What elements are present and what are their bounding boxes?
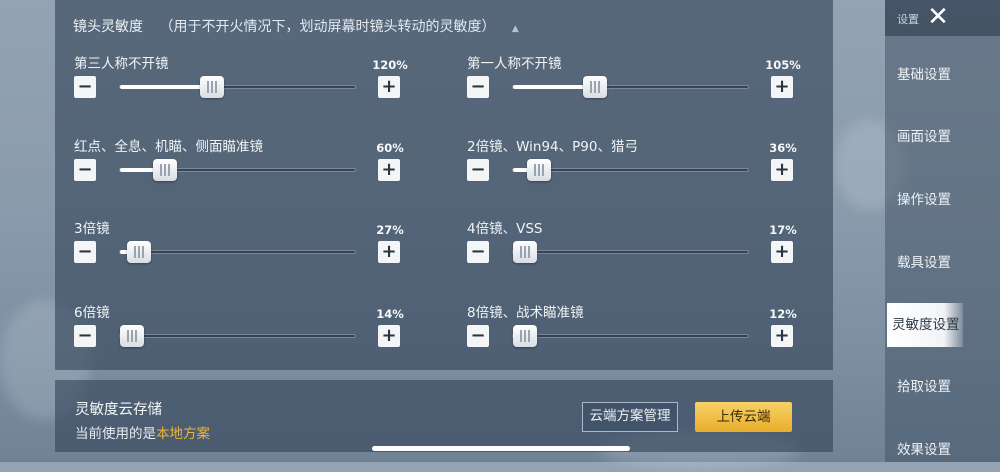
home-indicator[interactable] [372, 446, 630, 451]
current-scheme-text: 当前使用的是本地方案 [75, 422, 210, 442]
cloud-scheme-manage-button[interactable]: 云端方案管理 [582, 402, 678, 432]
slider-2x-scope: 2倍镜、Win94、P90、猎弓 − 36% + [467, 135, 807, 205]
slider-track[interactable] [119, 76, 356, 98]
section-title: 镜头灵敏度 [73, 19, 143, 35]
slider-track[interactable] [119, 325, 356, 347]
current-scheme-prefix: 当前使用的是 [75, 426, 156, 442]
sidebar-item-controls[interactable]: 操作设置 [885, 178, 1000, 222]
increase-button[interactable]: + [771, 159, 793, 181]
cloud-save-title: 灵敏度云存储 [75, 402, 162, 418]
sidebar-item-sensitivity[interactable]: 灵敏度设置 [887, 303, 963, 347]
slider-label: 8倍镜、战术瞄准镜 [467, 305, 584, 321]
increase-button[interactable]: + [771, 76, 793, 98]
decrease-button[interactable]: − [467, 159, 489, 181]
sidebar-header: 设置 ✕ [885, 0, 1000, 36]
slider-thumb[interactable] [200, 76, 224, 98]
sidebar-item-effects[interactable]: 效果设置 [885, 428, 1000, 472]
increase-button[interactable]: + [378, 159, 400, 181]
sidebar-item-pickup[interactable]: 拾取设置 [885, 365, 1000, 409]
decrease-button[interactable]: − [74, 76, 96, 98]
slider-label: 6倍镜 [74, 305, 110, 321]
slider-track[interactable] [512, 159, 749, 181]
decrease-button[interactable]: − [467, 325, 489, 347]
slider-label: 4倍镜、VSS [467, 221, 543, 237]
slider-thumb[interactable] [127, 241, 151, 263]
increase-button[interactable]: + [771, 325, 793, 347]
decrease-button[interactable]: − [74, 325, 96, 347]
current-scheme-name: 本地方案 [156, 426, 210, 442]
slider-first-person-no-scope: 第一人称不开镜 − 105% + [467, 52, 807, 122]
slider-track[interactable] [119, 159, 356, 181]
slider-value: 27% [376, 223, 404, 237]
slider-6x-scope: 6倍镜 − 14% + [74, 301, 414, 371]
decrease-button[interactable]: − [74, 159, 96, 181]
increase-button[interactable]: + [378, 325, 400, 347]
collapse-caret-icon[interactable]: ▲ [512, 24, 519, 34]
slider-thumb[interactable] [120, 325, 144, 347]
sidebar-title: 设置 [897, 13, 919, 26]
slider-track[interactable] [512, 76, 749, 98]
slider-value: 105% [765, 58, 801, 72]
slider-8x-scope: 8倍镜、战术瞄准镜 − 12% + [467, 301, 807, 371]
section-header: 镜头灵敏度 （用于不开火情况下，划动屏幕时镜头转动的灵敏度） ▲ [73, 16, 519, 36]
upload-cloud-button[interactable]: 上传云端 [695, 402, 792, 432]
decrease-button[interactable]: − [467, 76, 489, 98]
increase-button[interactable]: + [771, 241, 793, 263]
slider-label: 第一人称不开镜 [467, 56, 562, 72]
slider-value: 60% [376, 141, 404, 155]
slider-red-dot-holo: 红点、全息、机瞄、侧面瞄准镜 − 60% + [74, 135, 414, 205]
section-hint: （用于不开火情况下，划动屏幕时镜头转动的灵敏度） [159, 19, 496, 35]
increase-button[interactable]: + [378, 241, 400, 263]
slider-3x-scope: 3倍镜 − 27% + [74, 217, 414, 287]
slider-label: 3倍镜 [74, 221, 110, 237]
sidebar-item-basic[interactable]: 基础设置 [885, 53, 1000, 97]
increase-button[interactable]: + [378, 76, 400, 98]
decrease-button[interactable]: − [74, 241, 96, 263]
slider-4x-scope: 4倍镜、VSS − 17% + [467, 217, 807, 287]
slider-thumb[interactable] [583, 76, 607, 98]
slider-fill [120, 85, 212, 89]
slider-thumb[interactable] [513, 325, 537, 347]
sidebar-item-graphics[interactable]: 画面设置 [885, 115, 1000, 159]
cloud-save-panel: 灵敏度云存储 当前使用的是本地方案 云端方案管理 上传云端 [55, 380, 833, 452]
sidebar-item-vehicle[interactable]: 载具设置 [885, 241, 1000, 285]
slider-track[interactable] [119, 241, 356, 263]
slider-label: 第三人称不开镜 [74, 56, 169, 72]
slider-thumb[interactable] [513, 241, 537, 263]
slider-thumb[interactable] [153, 159, 177, 181]
slider-value: 12% [769, 307, 797, 321]
slider-thumb[interactable] [527, 159, 551, 181]
slider-label: 红点、全息、机瞄、侧面瞄准镜 [74, 139, 263, 155]
slider-track[interactable] [512, 241, 749, 263]
settings-sidebar: 设置 ✕ 基础设置 画面设置 操作设置 载具设置 灵敏度设置 拾取设置 效果设置 [885, 0, 1000, 462]
slider-value: 17% [769, 223, 797, 237]
slider-label: 2倍镜、Win94、P90、猎弓 [467, 139, 638, 155]
slider-value: 36% [769, 141, 797, 155]
slider-value: 14% [376, 307, 404, 321]
decrease-button[interactable]: − [467, 241, 489, 263]
slider-value: 120% [372, 58, 408, 72]
close-icon[interactable]: ✕ [925, 4, 951, 30]
slider-track[interactable] [512, 325, 749, 347]
slider-third-person-no-scope: 第三人称不开镜 − 120% + [74, 52, 414, 122]
